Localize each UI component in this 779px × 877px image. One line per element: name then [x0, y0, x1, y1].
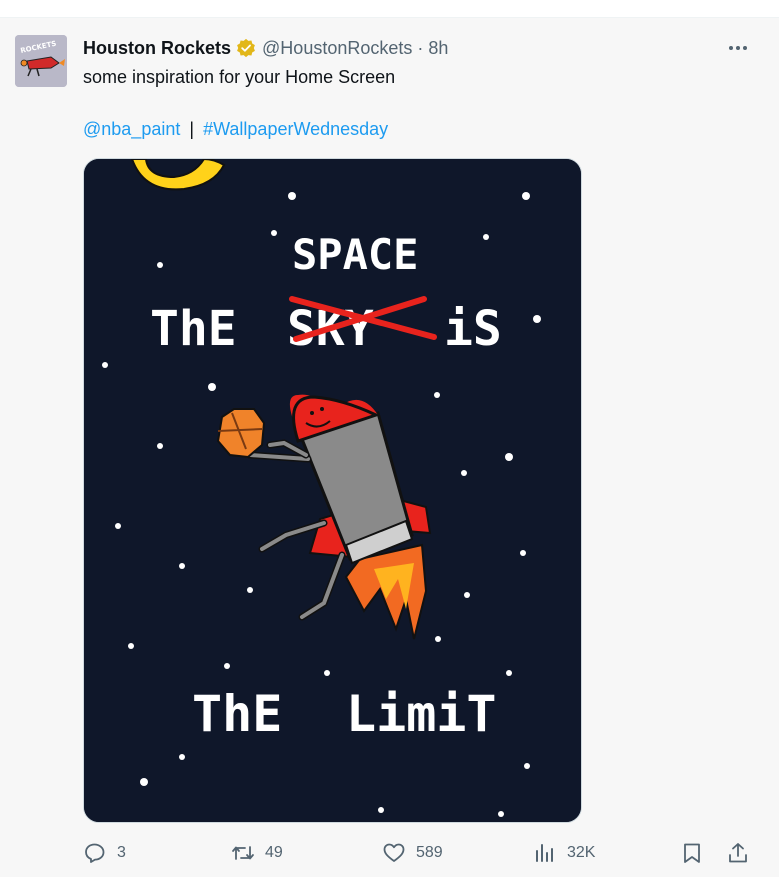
- views-button[interactable]: 32K: [533, 838, 595, 868]
- top-bar: [0, 0, 779, 18]
- views-chart-icon: [536, 844, 553, 862]
- tweet-media-image[interactable]: SPACE ThE SKY iS ThE LimiT: [83, 158, 582, 823]
- art-text-is: iS: [444, 301, 502, 357]
- mention-link[interactable]: @nba_paint: [83, 119, 180, 139]
- repost-count: 49: [265, 844, 283, 861]
- tweet[interactable]: ROCKETS Houston Rockets @HoustonRockets …: [0, 18, 779, 877]
- like-count: 589: [416, 844, 443, 861]
- bookmark-icon: [684, 843, 700, 863]
- views-count: 32K: [567, 844, 596, 861]
- tweet-timestamp[interactable]: 8h: [428, 38, 448, 59]
- tweet-tags: @nba_paint | #WallpaperWednesday: [83, 117, 388, 141]
- reply-count: 3: [117, 844, 126, 861]
- repost-button[interactable]: 49: [231, 838, 283, 868]
- hashtag-link[interactable]: #WallpaperWednesday: [203, 119, 388, 139]
- reply-button[interactable]: 3: [83, 838, 126, 868]
- more-options-button[interactable]: [725, 40, 753, 56]
- tweet-header: Houston Rockets @HoustonRockets · 8h: [83, 36, 448, 60]
- verified-badge-icon[interactable]: [236, 38, 256, 58]
- art-text-space: SPACE: [292, 230, 418, 279]
- tweet-text: some inspiration for your Home Screen: [83, 67, 396, 87]
- like-button[interactable]: 589: [382, 838, 443, 868]
- tweet-actions: 3 49 589 32K: [83, 838, 753, 868]
- tag-separator: |: [189, 119, 195, 139]
- art-text-the-2: ThE: [192, 685, 282, 743]
- share-button[interactable]: [726, 841, 750, 865]
- wallpaper-artwork: SPACE ThE SKY iS ThE LimiT: [84, 159, 581, 822]
- art-text-the-1: ThE: [150, 301, 237, 357]
- more-horizontal-icon: [729, 46, 747, 50]
- author-handle[interactable]: @HoustonRockets: [262, 38, 412, 59]
- rockets-logo-icon: ROCKETS: [15, 35, 67, 87]
- separator-dot: ·: [417, 37, 424, 58]
- reply-icon: [85, 843, 105, 863]
- share-icon: [729, 843, 747, 863]
- bookmark-button[interactable]: [680, 841, 704, 865]
- repost-icon: [232, 846, 254, 860]
- avatar[interactable]: ROCKETS: [15, 35, 67, 87]
- art-text-limit: LimiT: [346, 685, 497, 743]
- heart-icon: [383, 843, 405, 862]
- author-name[interactable]: Houston Rockets: [83, 38, 231, 59]
